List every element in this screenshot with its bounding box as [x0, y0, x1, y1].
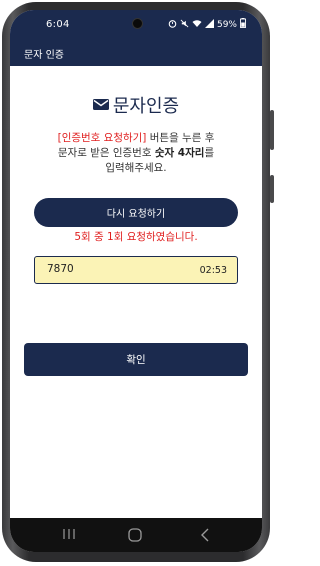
heading: 문자인증 [10, 92, 262, 118]
instruction-line-3: 입력해주세요. [105, 162, 167, 174]
digit-count-emphasis: 숫자 4자리 [154, 147, 205, 159]
request-highlight: [인증번호 요청하기] [57, 132, 147, 144]
page-title: 문자 인증 [24, 50, 64, 61]
alarm-icon [168, 19, 177, 31]
resend-button-label: 다시 요청하기 [106, 209, 166, 220]
verification-code-input[interactable] [47, 263, 177, 275]
status-time: 6:04 [46, 19, 70, 30]
volume-button [270, 110, 274, 150]
battery-icon [240, 18, 246, 31]
instruction-text: [인증번호 요청하기] 버튼을 누른 후 문자로 받은 인증번호 숫자 4자리를… [10, 131, 262, 176]
attempt-count-message: 5회 중 1회 요청하였습니다. [74, 231, 198, 243]
battery-percent: 59% [216, 19, 237, 30]
wifi-icon [192, 19, 202, 31]
screen: 6:04 59% 문자 인증 문자인증 [인증번호 요청하기] 버튼을 누른 후… [10, 10, 262, 552]
status-icons: 59% [168, 18, 246, 31]
instruction-line-2: 문자로 받은 인증번호 숫자 4자리를 [10, 146, 262, 161]
instruction-line-2-prefix: 문자로 받은 인증번호 [57, 147, 155, 159]
envelope-icon [92, 96, 109, 115]
mute-icon [180, 19, 189, 31]
status-bar: 6:04 59% [10, 10, 262, 38]
home-icon[interactable] [128, 528, 142, 545]
instruction-line-2-suffix: 를 [204, 147, 215, 159]
power-button [270, 175, 274, 203]
instruction-line-1-rest: 버튼을 누른 후 [146, 132, 215, 144]
phone-frame: 6:04 59% 문자 인증 문자인증 [인증번호 요청하기] 버튼을 누른 후… [0, 0, 274, 566]
recents-icon[interactable] [62, 528, 76, 543]
system-nav-bar [10, 518, 262, 552]
app-bar: 문자 인증 [10, 38, 262, 66]
countdown-timer: 02:53 [199, 265, 227, 276]
confirm-button[interactable]: 확인 [24, 343, 248, 376]
verification-code-field[interactable]: 02:53 [34, 256, 238, 284]
confirm-button-label: 확인 [126, 354, 146, 366]
instruction-line-1: [인증번호 요청하기] 버튼을 누른 후 [10, 131, 262, 146]
back-icon[interactable] [200, 528, 210, 545]
resend-button[interactable]: 다시 요청하기 [34, 198, 238, 227]
front-camera [132, 18, 143, 29]
signal-icon [204, 18, 214, 31]
heading-title: 문자인증 [112, 96, 180, 117]
